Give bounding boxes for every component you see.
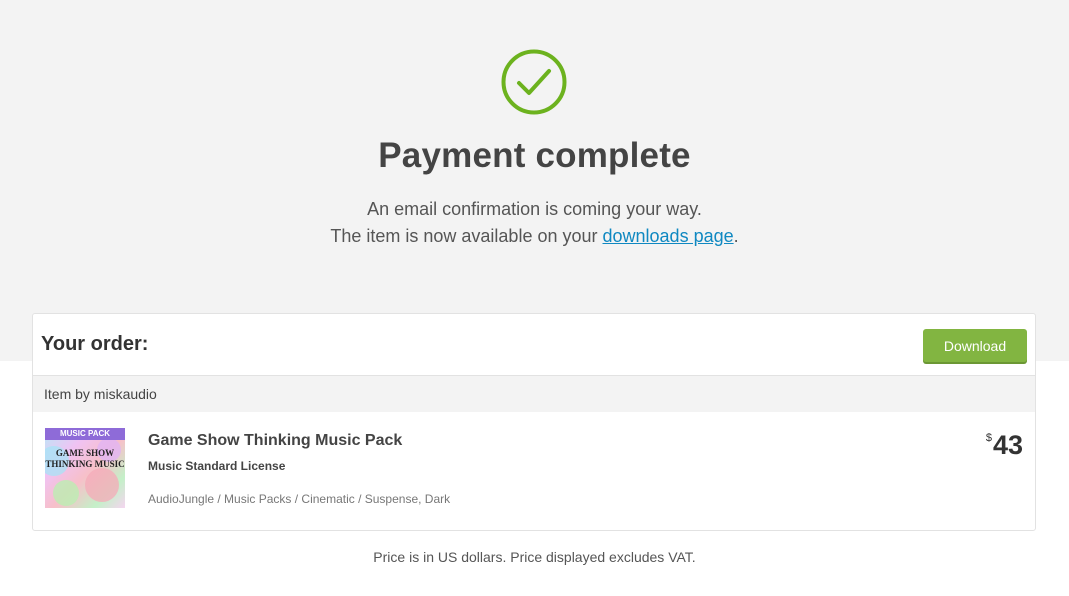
email-confirmation-text: An email confirmation is coming your way… [367,199,702,219]
order-card: Your order: Download Item by miskaudio M… [32,313,1036,531]
download-button[interactable]: Download [923,329,1027,362]
price-amount: 43 [992,430,1023,460]
author-label: Item by miskaudio [44,386,157,402]
check-circle-icon [501,49,567,115]
order-heading: Your order: [41,333,149,355]
item-title[interactable]: Game Show Thinking Music Pack [148,432,402,450]
thumbnail-banner: MUSIC PACK [45,428,125,440]
thumbnail-line-2: THINKING MUSIC [45,459,125,469]
downloads-page-link[interactable]: downloads page [603,226,734,246]
author-bar: Item by miskaudio [33,375,1035,412]
item-license: Music Standard License [148,459,286,473]
item-price: $43 [986,430,1023,461]
item-categories: AudioJungle / Music Packs / Cinematic / … [148,492,451,506]
page-title: Payment complete [378,136,691,175]
downloads-info-prefix: The item is now available on your [330,226,603,246]
price-footnote: Price is in US dollars. Price displayed … [373,549,696,565]
thumbnail-title: GAME SHOW THINKING MUSIC [45,448,125,470]
item-thumbnail[interactable]: MUSIC PACK GAME SHOW THINKING MUSIC [45,428,125,508]
downloads-info-suffix: . [733,226,739,246]
thumbnail-line-1: GAME SHOW [55,448,115,458]
currency-symbol: $ [985,432,992,444]
downloads-info-text: The item is now available on your downlo… [0,226,1069,247]
